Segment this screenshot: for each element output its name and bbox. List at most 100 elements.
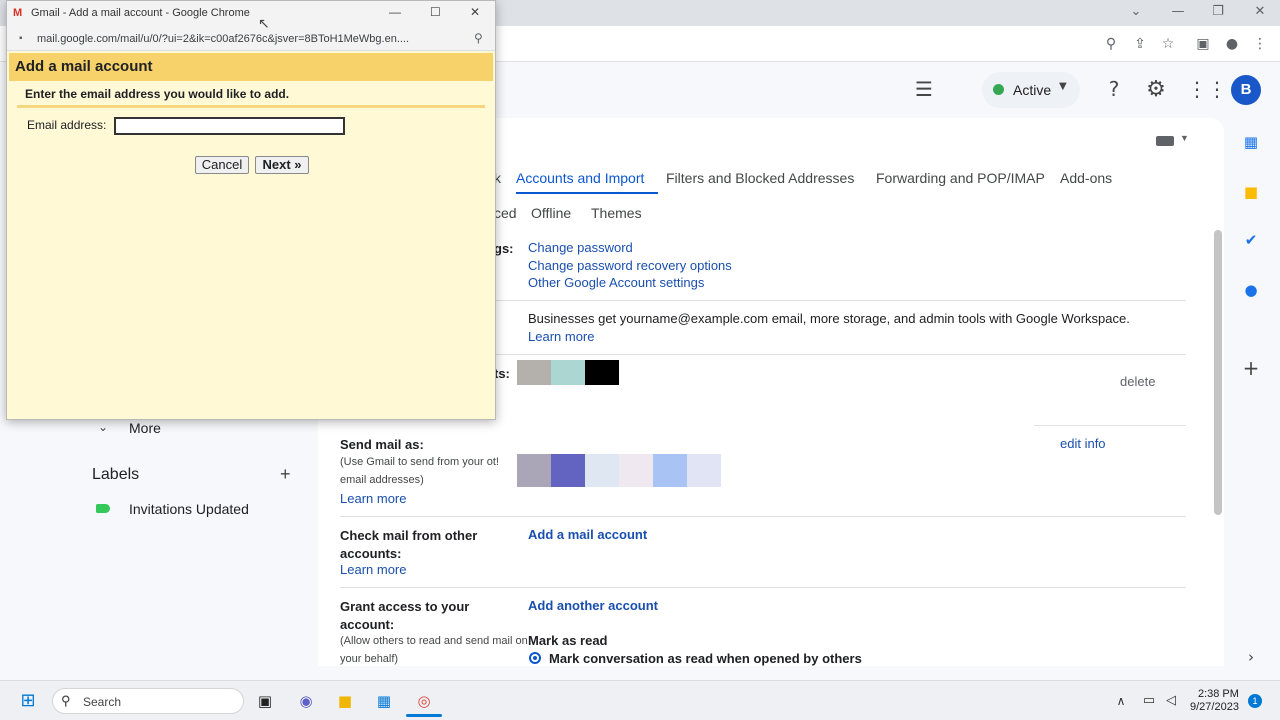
change-settings-label: gs:	[494, 241, 514, 256]
keep-icon[interactable]: ■	[1240, 181, 1262, 203]
popup-zoom-icon[interactable]: ⚲	[474, 31, 483, 45]
redacted-block	[517, 454, 551, 487]
tab-filters[interactable]: Filters and Blocked Addresses	[666, 170, 854, 186]
tab-offline[interactable]: Offline	[531, 205, 571, 221]
close-button[interactable]: ✕	[1250, 3, 1270, 21]
taskbar-search-label: Search	[83, 695, 122, 709]
divider	[496, 300, 1186, 301]
grant-access-description: (Allow others to read and send mail on y…	[340, 635, 528, 665]
redacted-block	[551, 360, 585, 385]
divider	[496, 354, 1186, 355]
change-password-link[interactable]: Change password	[528, 240, 633, 255]
mouse-cursor-icon: ↖	[258, 16, 270, 32]
store-icon[interactable]: ▦	[373, 690, 395, 712]
show-hidden-icons-icon[interactable]: ∧	[1110, 690, 1132, 712]
input-tools-caret-icon[interactable]: ▼	[1180, 133, 1189, 143]
search-icon: ⚲	[61, 693, 71, 708]
popup-maximize-button[interactable]: ☐	[430, 5, 441, 19]
tab-themes[interactable]: Themes	[591, 205, 642, 221]
redacted-block	[653, 454, 687, 487]
more-chevron-icon[interactable]: ⌄	[98, 420, 108, 434]
mark-as-read-label: Mark as read	[528, 633, 608, 648]
add-addon-icon[interactable]: +	[1240, 357, 1262, 379]
status-dot-icon	[993, 84, 1004, 95]
notification-badge[interactable]: 1	[1248, 694, 1262, 708]
help-icon[interactable]: ?	[1101, 77, 1127, 103]
share-icon[interactable]: ⇪	[1131, 35, 1149, 53]
expand-panel-icon[interactable]: ›	[1240, 646, 1262, 668]
search-options-icon[interactable]: ☰	[911, 77, 937, 103]
popup-title-bar: M Gmail - Add a mail account - Google Ch…	[7, 1, 495, 27]
gear-icon[interactable]: ⚙	[1143, 77, 1169, 103]
popup-close-button[interactable]: ✕	[470, 5, 480, 19]
profile-icon[interactable]: ●	[1223, 35, 1241, 53]
keyboard-icon[interactable]	[1156, 136, 1174, 146]
browser-menu-icon[interactable]: ⋮	[1251, 35, 1269, 53]
status-label: Active	[1013, 82, 1052, 98]
settings-scrollbar[interactable]	[1214, 230, 1222, 515]
popup-address-bar: ▪ mail.google.com/mail/u/0/?ui=2&ik=c00a…	[7, 27, 495, 51]
tab-search-chevron-icon[interactable]: ⌄	[1126, 3, 1146, 21]
contacts-icon[interactable]: ●	[1240, 279, 1262, 301]
teams-chat-icon[interactable]: ◉	[295, 690, 317, 712]
divider	[1034, 425, 1186, 426]
task-view-icon[interactable]: ▣	[254, 690, 276, 712]
windows-start-icon[interactable]: ⊞	[17, 690, 39, 712]
popup-url[interactable]: mail.google.com/mail/u/0/?ui=2&ik=c00af2…	[37, 33, 467, 45]
labels-heading: Labels	[92, 466, 140, 483]
add-another-account-link[interactable]: Add another account	[528, 598, 658, 613]
clock-time: 2:38 PM	[1197, 688, 1239, 700]
clock-date: 9/27/2023	[1190, 701, 1239, 713]
tab-advanced-fragment[interactable]: ced	[494, 205, 517, 221]
popup-heading: Add a mail account	[15, 58, 153, 75]
file-explorer-icon[interactable]: ■	[334, 690, 356, 712]
tab-forwarding[interactable]: Forwarding and POP/IMAP	[876, 170, 1045, 186]
next-button[interactable]: Next »	[255, 156, 309, 174]
restore-button[interactable]: ❐	[1208, 3, 1228, 21]
check-mail-learn-more-link[interactable]: Learn more	[340, 562, 406, 577]
nav-more[interactable]: More	[129, 420, 161, 436]
apps-grid-icon[interactable]: ⋮⋮	[1187, 77, 1227, 103]
send-mail-learn-more-link[interactable]: Learn more	[340, 491, 406, 506]
workspace-learn-more-link[interactable]: Learn more	[528, 329, 594, 344]
minimize-button[interactable]: —	[1168, 3, 1188, 21]
add-label-icon[interactable]: +	[280, 464, 291, 485]
calendar-icon[interactable]: ▦	[1240, 131, 1262, 153]
email-address-input[interactable]	[114, 117, 345, 135]
label-invitations-updated[interactable]: Invitations Updated	[129, 501, 249, 517]
volume-icon[interactable]: ◁	[1160, 690, 1182, 712]
mark-read-radio[interactable]	[529, 652, 541, 664]
side-panel-icon[interactable]: ▣	[1194, 35, 1212, 53]
bookmark-star-icon[interactable]: ☆	[1159, 35, 1177, 53]
status-dropdown[interactable]: Active ▼	[982, 72, 1080, 108]
mark-conversation-option[interactable]: Mark conversation as read when opened by…	[549, 651, 862, 666]
system-clock[interactable]: 2:38 PM 9/27/2023	[1190, 688, 1239, 714]
tab-addons[interactable]: Add-ons	[1060, 170, 1112, 186]
chrome-icon[interactable]: ◎	[413, 690, 435, 712]
other-google-settings-link[interactable]: Other Google Account settings	[528, 275, 704, 290]
change-recovery-link[interactable]: Change password recovery options	[528, 258, 732, 273]
tab-accounts-import[interactable]: Accounts and Import	[516, 170, 644, 186]
network-icon[interactable]: ▭	[1138, 690, 1160, 712]
tasks-icon[interactable]: ✔	[1240, 229, 1262, 251]
avatar[interactable]: B	[1231, 75, 1261, 105]
divider	[340, 516, 1186, 517]
redacted-block	[585, 454, 619, 487]
zoom-icon[interactable]: ⚲	[1102, 35, 1120, 53]
accounts-label: ts:	[494, 366, 510, 381]
chevron-down-icon: ▼	[1059, 81, 1067, 92]
lock-icon[interactable]: ▪	[19, 33, 23, 44]
gmail-logo-icon: M	[13, 7, 23, 19]
active-tab-indicator	[516, 192, 658, 194]
popup-minimize-button[interactable]: —	[389, 5, 401, 19]
active-app-indicator	[406, 714, 442, 717]
cancel-button[interactable]: Cancel	[195, 156, 249, 174]
email-address-label: Email address:	[27, 118, 107, 132]
delete-link[interactable]: delete	[1120, 374, 1155, 389]
popup-header: Add a mail account	[9, 53, 493, 81]
taskbar-search[interactable]: ⚲ Search	[52, 688, 244, 714]
add-mail-account-link[interactable]: Add a mail account	[528, 527, 647, 542]
redacted-block	[517, 360, 551, 385]
edit-info-link[interactable]: edit info	[1060, 436, 1106, 451]
add-mail-account-popup: M Gmail - Add a mail account - Google Ch…	[6, 0, 496, 420]
